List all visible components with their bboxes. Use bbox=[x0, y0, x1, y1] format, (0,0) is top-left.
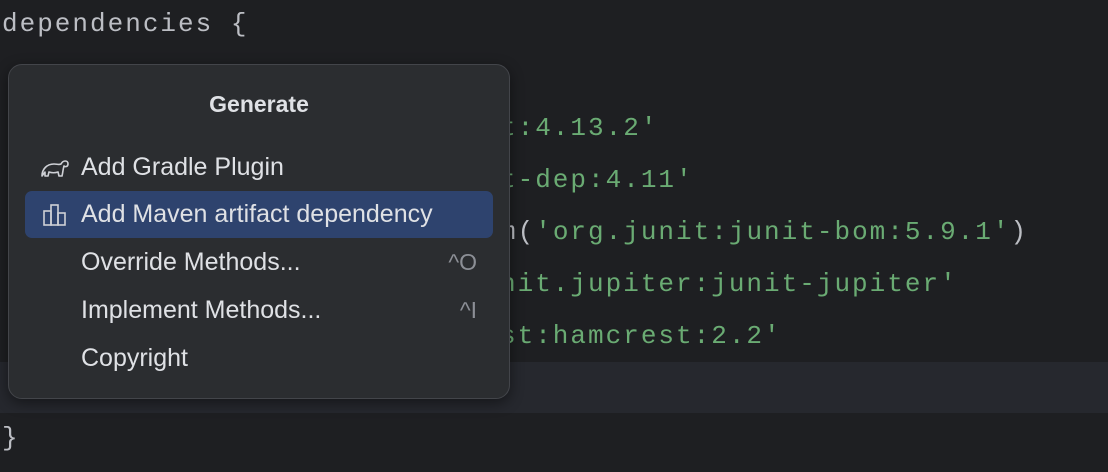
code-fragment-2[interactable]: t-dep:4.11' bbox=[500, 154, 694, 206]
code-string: 'org.junit:junit-bom:5.9.1' bbox=[535, 217, 1011, 247]
code-fragment-3[interactable]: m('org.junit:junit-bom:5.9.1') bbox=[500, 206, 1028, 258]
shortcut-hint: ^O bbox=[448, 249, 477, 275]
code-fragment-5[interactable]: st:hamcrest:2.2' bbox=[500, 310, 782, 362]
code-fragment-4[interactable]: nit.jupiter:junit-jupiter' bbox=[500, 258, 958, 310]
maven-library-icon bbox=[39, 202, 71, 228]
code-fragment-1[interactable]: t:4.13.2' bbox=[500, 102, 658, 154]
menu-item-label: Override Methods... bbox=[81, 248, 301, 276]
menu-item-label: Add Maven artifact dependency bbox=[81, 200, 433, 228]
menu-item-label: Implement Methods... bbox=[81, 296, 322, 324]
code-line-close-brace[interactable]: } bbox=[2, 412, 20, 464]
menu-item-override-methods[interactable]: Override Methods... ^O bbox=[25, 239, 493, 286]
menu-item-implement-methods[interactable]: Implement Methods... ^I bbox=[25, 287, 493, 334]
shortcut-hint: ^I bbox=[459, 297, 477, 323]
generate-popup: Generate Add Gradle Plugin Add Maven art… bbox=[8, 64, 510, 399]
popup-title: Generate bbox=[209, 91, 309, 117]
gradle-elephant-icon bbox=[39, 155, 71, 181]
menu-item-add-gradle-plugin[interactable]: Add Gradle Plugin bbox=[25, 144, 493, 191]
code-suffix: ) bbox=[1010, 217, 1029, 247]
code-line-dependencies[interactable]: dependencies { bbox=[2, 0, 248, 50]
menu-item-add-maven-artifact-dependency[interactable]: Add Maven artifact dependency bbox=[25, 191, 493, 238]
menu-item-label: Copyright bbox=[81, 344, 188, 372]
menu-item-label: Add Gradle Plugin bbox=[81, 153, 284, 181]
menu-item-copyright[interactable]: Copyright bbox=[25, 335, 493, 382]
